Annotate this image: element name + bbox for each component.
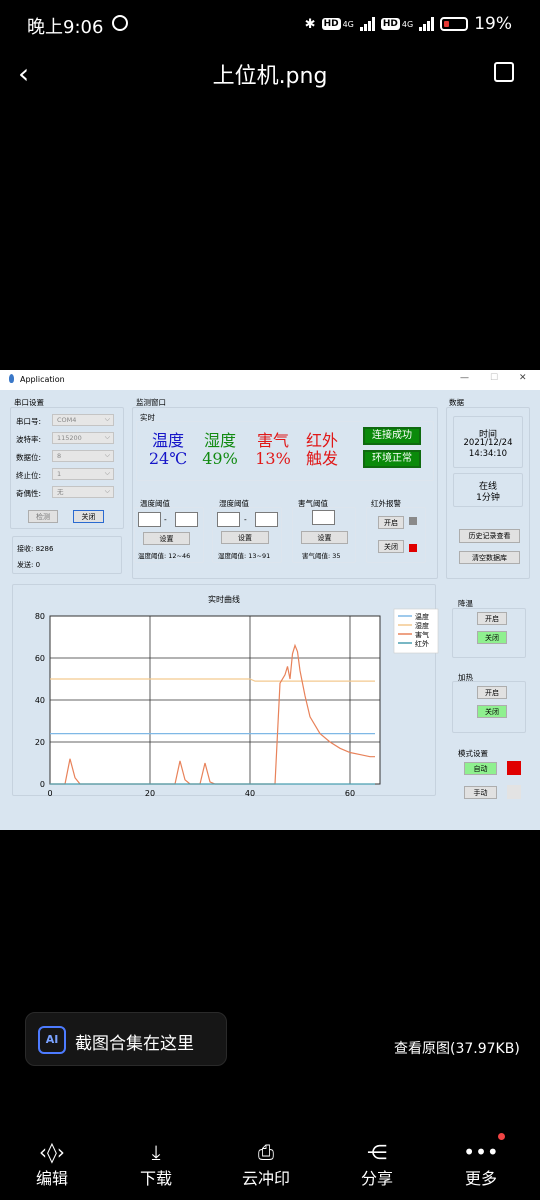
ai-collection-banner[interactable]: AI 截图合集在这里 [25,1012,227,1066]
battery-icon [440,17,469,31]
toolbar-share-label: 分享 [360,1169,393,1188]
network-gen-label: 4G [342,19,354,29]
toolbar-print[interactable]: ⎙ 云冲印 [236,1139,296,1189]
edit-icon: ‹◊› [39,1140,65,1164]
print-icon: ⎙ [258,1140,274,1164]
more-icon: ••• [463,1140,499,1164]
x-tick-label: 60 [345,789,355,798]
x-tick-label: 40 [245,789,255,798]
signal-icon [359,17,375,31]
toolbar-share[interactable]: ⋲ 分享 [347,1139,407,1189]
battery-percent: 19% [474,14,512,34]
toolbar-edit-label: 编辑 [35,1169,68,1188]
image-icon[interactable] [494,62,514,82]
network-gen-label: 4G [401,19,414,29]
manual-mode-indicator [507,785,521,799]
toolbar-download[interactable]: ⤓ 下载 [126,1139,186,1189]
signal-icon [419,17,435,31]
ai-icon: AI [38,1026,66,1054]
legend-label: 害气 [415,630,429,639]
view-original-link[interactable]: 查看原图(37.97KB) [394,1038,520,1058]
y-tick-label: 40 [35,696,45,705]
x-tick-label: 20 [145,789,155,798]
cooling-on-button[interactable]: 开启 [477,612,507,625]
x-tick-label: 0 [47,789,52,798]
bluetooth-icon: ✱ [304,16,316,32]
toolbar-edit[interactable]: ‹◊› 编辑 [22,1139,82,1189]
toolbar-more-label: 更多 [464,1169,497,1188]
alarm-icon [112,15,128,31]
manual-mode-button[interactable]: 手动 [464,786,497,799]
y-tick-label: 0 [40,780,45,789]
toolbar-download-label: 下载 [139,1169,172,1188]
legend-label: 温度 [415,612,429,621]
toolbar-more[interactable]: ••• 更多 [451,1139,511,1189]
ai-banner-text: 截图合集在这里 [75,1034,194,1054]
cooling-off-button[interactable]: 关闭 [477,631,507,644]
status-icons: ✱ HD 4G HD 4G 19% [305,14,512,34]
legend-label: 红外 [415,639,429,648]
hd-badge: HD [380,18,400,30]
status-bar: 晚上9:06 ✱ HD 4G HD 4G 19% [0,0,540,52]
app-window: Application — ☐ ✕ 串口设置 串口号: COM4 波特率: 11… [0,370,540,830]
auto-mode-button[interactable]: 自动 [464,762,497,775]
hd-badge: HD [321,18,341,30]
notification-dot [498,1133,505,1140]
y-tick-label: 80 [35,612,45,621]
auto-mode-indicator [507,761,521,775]
toolbar-print-label: 云冲印 [241,1169,290,1188]
status-time: 晚上9:06 [27,17,104,38]
download-icon: ⤓ [151,1140,161,1164]
heating-on-button[interactable]: 开启 [477,686,507,699]
heating-off-button[interactable]: 关闭 [477,705,507,718]
y-tick-label: 60 [35,654,45,663]
image-title: 上位机.png [212,64,328,89]
legend-label: 湿度 [415,621,429,630]
y-tick-label: 20 [35,738,45,747]
bottom-toolbar: ‹◊› 编辑 ⤓ 下载 ⎙ 云冲印 ⋲ 分享 ••• 更多 [0,1125,540,1200]
viewer-header: ‹ 上位机.png [0,52,540,96]
mode-title: 模式设置 [458,749,488,758]
share-icon: ⋲ [367,1140,387,1164]
